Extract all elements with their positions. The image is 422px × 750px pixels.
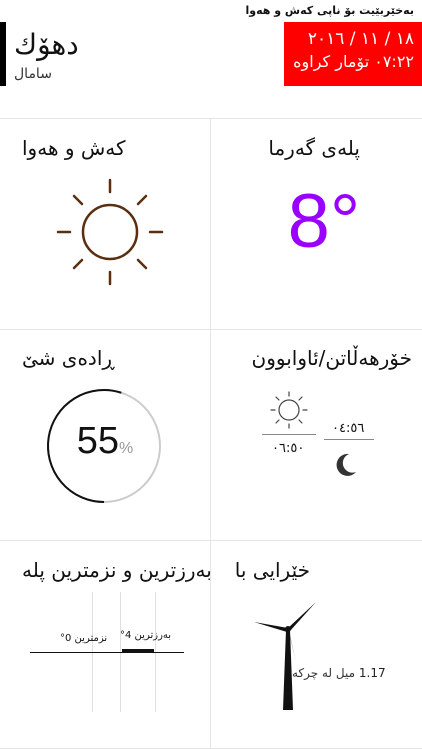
low-temp-label: نزمترین 0°: [60, 633, 108, 644]
sun-times-title: خۆرهەڵاتن/ئاوابوون: [251, 346, 412, 370]
high-low-title: بەرزترین و نزمترین پلە: [22, 558, 212, 582]
update-time: ٠٧:٢٢ تۆمار کراوە: [293, 52, 414, 71]
wind-speed-unit: میل لە چرکە: [292, 666, 356, 680]
temperature-baseline: [30, 652, 184, 653]
sunrise-time: ٠٤:٥٦: [332, 421, 365, 436]
last-updated-box: ١٨ / ١١ / ٢٠١٦ ٠٧:٢٢ تۆمار کراوە: [284, 22, 422, 86]
sunset-divider: [324, 439, 374, 440]
wind-speed-value: 1.17: [358, 666, 386, 680]
wind-title: خێرایی با: [234, 558, 310, 582]
city-name[interactable]: دهۆك: [14, 28, 79, 61]
wind-turbine-icon: [254, 602, 316, 710]
sunset-time: ٠٦:٥٠: [272, 441, 305, 456]
app-banner: بەخێربێیت بۆ ناپی کەش و هەوا: [245, 4, 414, 17]
high-temp-bar: [122, 649, 154, 653]
humidity-value: 55%: [45, 420, 165, 463]
region-name: سامال: [14, 66, 52, 82]
humidity-title: ڕادەی شێ: [22, 346, 115, 370]
update-date: ١٨ / ١١ / ٢٠١٦: [307, 29, 414, 49]
humidity-number: 55: [76, 420, 120, 462]
moon-icon: [336, 453, 356, 476]
sun-icon: [56, 178, 164, 286]
grid-divider: [0, 329, 422, 330]
temperature-title: پلەی گەرما: [268, 136, 360, 160]
sunrise-divider: [262, 434, 316, 435]
wind-speed: 1.17 میل لە چرکە: [292, 666, 386, 680]
high-temp-label: بەرزترین 4°: [120, 630, 172, 641]
grid-divider: [0, 540, 422, 541]
grid-divider: [0, 748, 422, 749]
city-accent-bar: [0, 22, 6, 86]
temperature-value: 8°: [287, 179, 361, 264]
grid-divider: [0, 118, 422, 119]
humidity-unit: %: [119, 440, 134, 457]
grid-divider: [210, 118, 211, 748]
sunrise-icon: [270, 391, 308, 429]
weather-title: کەش و هەوا: [22, 136, 126, 160]
